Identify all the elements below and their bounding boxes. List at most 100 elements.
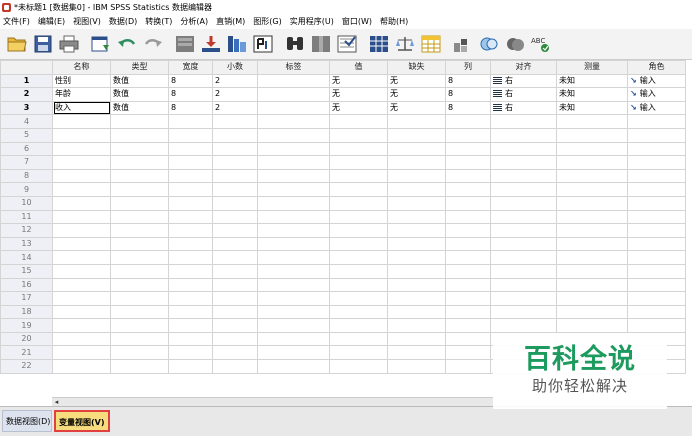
cell-name[interactable]: 年龄 <box>52 87 111 102</box>
cell-missing[interactable] <box>387 291 446 306</box>
cell-width[interactable]: 8 <box>168 73 213 89</box>
cell-role[interactable] <box>627 209 686 225</box>
cell-label[interactable] <box>257 127 330 143</box>
cell-columns[interactable] <box>445 114 491 129</box>
cell-type[interactable] <box>110 168 169 184</box>
cell-align[interactable] <box>490 318 557 333</box>
cell-decimals[interactable]: 2 <box>212 87 258 102</box>
cell-columns[interactable]: 8 <box>445 87 491 102</box>
cell-label[interactable] <box>257 291 330 306</box>
cell-label[interactable] <box>257 155 330 170</box>
spell-check-icon[interactable]: ABC <box>529 32 553 56</box>
cell-values[interactable] <box>329 318 388 333</box>
cell-values[interactable] <box>329 345 388 361</box>
cell-decimals[interactable] <box>212 168 258 184</box>
cell-measure[interactable] <box>556 291 628 306</box>
col-header-type[interactable]: 类型 <box>110 60 169 75</box>
cell-width[interactable] <box>168 318 213 333</box>
cell-missing[interactable]: 无 <box>387 73 446 89</box>
cell-values[interactable] <box>329 182 388 197</box>
cell-type[interactable] <box>110 331 169 347</box>
cell-name[interactable] <box>52 263 111 279</box>
cell-decimals[interactable] <box>212 209 258 225</box>
cell-type[interactable] <box>110 141 169 157</box>
cell-missing[interactable] <box>387 141 446 157</box>
cell-decimals[interactable] <box>212 141 258 157</box>
cell-type[interactable] <box>110 263 169 279</box>
cell-missing[interactable] <box>387 182 446 197</box>
cell-missing[interactable]: 无 <box>387 100 446 116</box>
cell-missing[interactable] <box>387 114 446 129</box>
cell-values[interactable] <box>329 291 388 306</box>
cell-type[interactable] <box>110 318 169 333</box>
cell-missing[interactable]: 无 <box>387 87 446 102</box>
cell-width[interactable] <box>168 209 213 225</box>
cell-label[interactable] <box>257 318 330 333</box>
cell-type[interactable] <box>110 359 169 374</box>
cell-name[interactable] <box>52 331 111 347</box>
cell-width[interactable] <box>168 223 213 238</box>
cell-role[interactable] <box>627 263 686 279</box>
cell-type[interactable] <box>110 304 169 320</box>
row-number[interactable]: 17 <box>0 291 53 306</box>
cell-label[interactable] <box>257 223 330 238</box>
save-icon[interactable] <box>31 32 55 56</box>
cell-name[interactable] <box>52 345 111 361</box>
cell-align[interactable] <box>490 182 557 197</box>
cell-align[interactable] <box>490 114 557 129</box>
cell-align[interactable]: 右 <box>490 73 557 89</box>
cell-align[interactable] <box>490 223 557 238</box>
cell-decimals[interactable]: 2 <box>212 73 258 89</box>
row-number[interactable]: 14 <box>0 250 53 265</box>
cell-align[interactable] <box>490 304 557 320</box>
cell-role[interactable] <box>627 168 686 184</box>
cell-label[interactable] <box>257 209 330 225</box>
cell-role[interactable]: ↘ 输入 <box>627 87 686 102</box>
row-number[interactable]: 9 <box>0 182 53 197</box>
cell-missing[interactable] <box>387 209 446 225</box>
cell-name[interactable] <box>52 182 111 197</box>
col-header-decimals[interactable]: 小数 <box>212 60 258 75</box>
cell-type[interactable] <box>110 291 169 306</box>
cell-decimals[interactable] <box>212 155 258 170</box>
row-number[interactable]: 2 <box>0 87 53 102</box>
cell-label[interactable] <box>257 331 330 347</box>
row-number[interactable]: 5 <box>0 127 53 143</box>
cell-measure[interactable] <box>556 318 628 333</box>
menu-direct-marketing[interactable]: 直销(M) <box>213 16 250 27</box>
cell-values[interactable] <box>329 236 388 252</box>
cell-columns[interactable] <box>445 209 491 225</box>
cell-missing[interactable] <box>387 331 446 347</box>
row-number[interactable]: 1 <box>0 73 53 89</box>
cell-missing[interactable] <box>387 195 446 211</box>
cell-align[interactable] <box>490 155 557 170</box>
cell-columns[interactable] <box>445 263 491 279</box>
cell-columns[interactable] <box>445 223 491 238</box>
cell-columns[interactable] <box>445 127 491 143</box>
cell-name[interactable] <box>52 209 111 225</box>
cell-width[interactable] <box>168 155 213 170</box>
cell-columns[interactable] <box>445 195 491 211</box>
row-number[interactable]: 13 <box>0 236 53 252</box>
cell-values[interactable] <box>329 223 388 238</box>
cell-align[interactable] <box>490 141 557 157</box>
cell-decimals[interactable] <box>212 114 258 129</box>
cell-missing[interactable] <box>387 236 446 252</box>
use-sets-icon[interactable] <box>451 32 475 56</box>
col-header-values[interactable]: 值 <box>329 60 388 75</box>
cell-measure[interactable] <box>556 114 628 129</box>
cell-role[interactable] <box>627 236 686 252</box>
menu-window[interactable]: 窗口(W) <box>339 16 377 27</box>
redo-icon[interactable] <box>141 32 165 56</box>
cell-columns[interactable] <box>445 359 491 374</box>
cell-columns[interactable] <box>445 277 491 293</box>
cell-values[interactable] <box>329 168 388 184</box>
cell-values[interactable] <box>329 114 388 129</box>
cell-label[interactable] <box>257 73 330 89</box>
row-number[interactable]: 8 <box>0 168 53 184</box>
cell-decimals[interactable] <box>212 236 258 252</box>
cell-align[interactable] <box>490 236 557 252</box>
cell-role[interactable] <box>627 291 686 306</box>
cell-type[interactable] <box>110 114 169 129</box>
cell-width[interactable] <box>168 168 213 184</box>
